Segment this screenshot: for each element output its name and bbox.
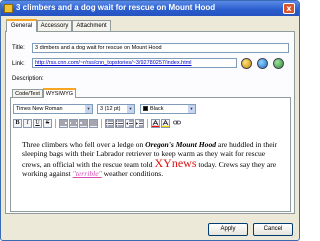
window-title: 3 climbers and a dog wait for rescue on … — [16, 3, 216, 12]
tab-attachment[interactable]: Attachment — [72, 20, 111, 31]
editor-content[interactable]: Three climbers who fell over a ledge on … — [22, 140, 280, 178]
font-color-icon[interactable] — [151, 119, 160, 128]
globe-icon[interactable] — [257, 58, 268, 69]
chevron-down-icon: ▼ — [188, 105, 195, 113]
italic-button[interactable]: I — [23, 119, 32, 128]
link-input[interactable]: http://rss.cnn.com/~r/rss/cnn_topstories… — [32, 58, 237, 68]
content-brand: XYnews — [154, 155, 197, 170]
open-link-icon[interactable] — [241, 58, 252, 69]
highlight-icon[interactable] — [161, 119, 170, 128]
outdent-icon[interactable] — [125, 119, 134, 128]
justify-icon[interactable] — [89, 119, 98, 128]
web-browse-icon[interactable] — [273, 58, 284, 69]
align-left-icon[interactable] — [59, 119, 68, 128]
link-label: Link: — [12, 61, 25, 67]
strikethrough-button[interactable]: S — [43, 119, 52, 128]
apply-button[interactable]: Apply — [208, 223, 248, 236]
content-text: Three climbers who fell over a ledge on — [22, 140, 146, 149]
underline-button[interactable]: U — [33, 119, 42, 128]
content-emphasis: Oregon's Mount Hood — [145, 140, 217, 149]
chevron-down-icon: ▼ — [127, 105, 134, 113]
app-icon — [4, 4, 13, 13]
bullet-list-icon[interactable] — [115, 119, 124, 128]
align-right-icon[interactable] — [79, 119, 88, 128]
link-url: http://rss.cnn.com/~r/rss/cnn_topstories… — [35, 60, 192, 66]
color-swatch — [143, 106, 148, 112]
tab-general[interactable]: General — [6, 19, 37, 32]
color-value: Black — [150, 106, 164, 112]
resize-grip-icon[interactable]: ⋰ — [292, 233, 298, 239]
align-center-icon[interactable] — [69, 119, 78, 128]
title-input[interactable]: 3 dimbers and a dog wait for rescue on M… — [32, 43, 289, 53]
title-label: Title: — [12, 45, 25, 51]
indent-icon[interactable] — [135, 119, 144, 128]
bold-button[interactable]: B — [13, 119, 22, 128]
toolbar-divider — [147, 119, 148, 128]
toolbar-divider — [101, 119, 102, 128]
chevron-down-icon: ▼ — [85, 105, 92, 113]
content-text: weather conditions. — [101, 168, 164, 178]
font-value: Times New Roman — [16, 106, 63, 112]
description-label: Description: — [12, 76, 44, 82]
font-select[interactable]: Times New Roman ▼ — [13, 104, 93, 114]
content-link[interactable]: "terrible" — [73, 169, 102, 178]
toolbar-divider — [55, 119, 56, 128]
size-value: 3 (12 pt) — [100, 106, 121, 112]
color-select[interactable]: Black ▼ — [140, 104, 196, 114]
link-chain-icon[interactable] — [172, 119, 181, 128]
tab-accessory[interactable]: Accessory — [37, 20, 72, 31]
cancel-button[interactable]: Cancel — [253, 223, 293, 236]
tab-wysiwyg[interactable]: WYSIWYG — [43, 88, 76, 98]
title-bar[interactable]: 3 climbers and a dog wait for rescue on … — [1, 1, 299, 16]
numbered-list-icon[interactable] — [105, 119, 114, 128]
close-button[interactable]: x — [283, 3, 295, 14]
dialog-window: 3 climbers and a dog wait for rescue on … — [0, 0, 300, 241]
size-select[interactable]: 3 (12 pt) ▼ — [97, 104, 135, 114]
